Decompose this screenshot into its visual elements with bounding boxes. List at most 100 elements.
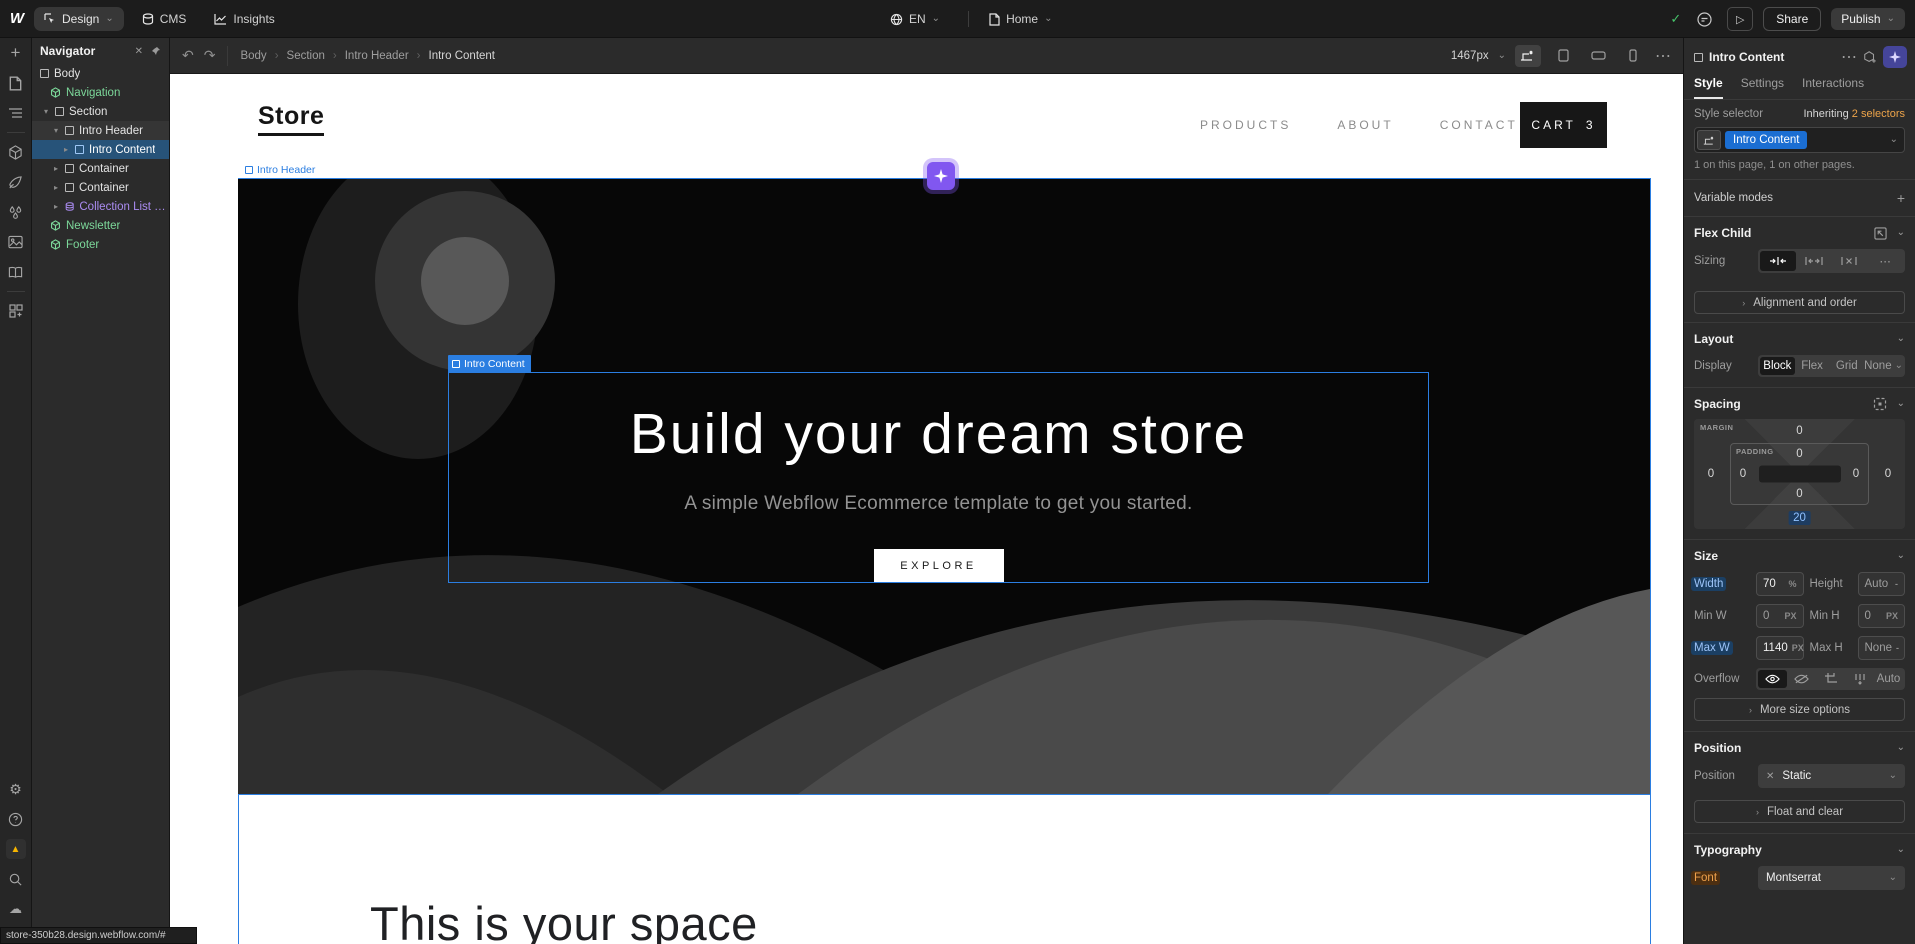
breadcrumb-item[interactable]: Intro Content	[429, 50, 495, 62]
navigator-item-container[interactable]: ▸ Container	[32, 159, 169, 178]
chevron-down-icon[interactable]: ⌄	[1890, 135, 1902, 145]
add-elements-button[interactable]: +	[0, 38, 32, 68]
more-breakpoints-button[interactable]: ⋯	[1655, 46, 1671, 66]
search-button[interactable]	[0, 864, 32, 894]
section-heading[interactable]: This is your space	[370, 896, 758, 944]
inherited-selectors-link[interactable]: 2 selectors	[1852, 108, 1905, 120]
hero-title[interactable]: Build your dream store	[630, 401, 1247, 467]
create-component-button[interactable]	[1863, 50, 1877, 64]
overflow-hidden-option[interactable]	[1787, 670, 1816, 688]
collapse-layout-button[interactable]: ⌄	[1897, 334, 1905, 344]
margin-left-value[interactable]: 0	[1708, 468, 1714, 480]
alignment-and-order-button[interactable]: › Alignment and order	[1694, 291, 1905, 314]
sizing-shrink-option[interactable]	[1760, 251, 1796, 271]
sizing-none-option[interactable]	[1832, 251, 1868, 271]
nav-link-products[interactable]: PRODUCTS	[1200, 118, 1291, 132]
settings-button[interactable]: ⚙	[0, 774, 32, 804]
spacing-control[interactable]: MARGIN 0 0 0 20 PADDING 0 0 0 0	[1694, 419, 1905, 529]
page-switcher[interactable]: Home ⌄	[979, 7, 1062, 31]
navigator-item-footer[interactable]: Footer	[32, 235, 169, 254]
publish-button[interactable]: Publish ⌄	[1831, 8, 1905, 30]
overflow-auto-option[interactable]: Auto	[1874, 670, 1903, 688]
webflow-logo-icon[interactable]: W	[0, 10, 34, 27]
nav-link-about[interactable]: ABOUT	[1337, 118, 1393, 132]
font-dropdown[interactable]: Montserrat ⌄	[1758, 866, 1905, 890]
navigator-item-newsletter[interactable]: Newsletter	[32, 216, 169, 235]
breakpoint-phone-portrait-button[interactable]	[1620, 45, 1646, 67]
insights-button[interactable]: Insights	[204, 7, 284, 31]
sync-status-button[interactable]: ☁	[0, 894, 32, 924]
libraries-button[interactable]	[0, 257, 32, 287]
breadcrumb-item[interactable]: Section	[287, 50, 325, 62]
tab-settings[interactable]: Settings	[1741, 76, 1784, 99]
position-dropdown[interactable]: ✕ Static ⌄	[1758, 764, 1905, 788]
close-navigator-button[interactable]: ✕	[135, 46, 143, 57]
margin-right-value[interactable]: 0	[1885, 468, 1891, 480]
breadcrumb-item[interactable]: Intro Header	[345, 50, 409, 62]
max-width-input[interactable]: 1140PX	[1756, 636, 1804, 660]
spacing-options-button[interactable]	[1873, 397, 1887, 411]
navigator-item-section[interactable]: ▾ Section	[32, 102, 169, 121]
add-variable-mode-button[interactable]: +	[1897, 190, 1905, 206]
navigator-item-intro-content[interactable]: ▸ Intro Content	[32, 140, 169, 159]
sizing-more-option[interactable]: ⋯	[1867, 251, 1903, 271]
class-chip[interactable]: Intro Content	[1725, 131, 1807, 149]
canvas-width-value[interactable]: 1467px	[1451, 50, 1489, 62]
tab-style[interactable]: Style	[1694, 76, 1723, 99]
caret-right-icon[interactable]: ▸	[52, 164, 60, 173]
caret-right-icon[interactable]: ▸	[52, 202, 60, 211]
share-button[interactable]: Share	[1763, 7, 1821, 31]
caret-right-icon[interactable]: ▸	[62, 145, 70, 154]
overflow-visible-option[interactable]	[1758, 670, 1787, 688]
max-height-input[interactable]: None-	[1858, 636, 1906, 660]
styles-button[interactable]	[0, 167, 32, 197]
caret-down-icon[interactable]: ▾	[52, 126, 60, 135]
caret-right-icon[interactable]: ▸	[52, 183, 60, 192]
overflow-clip-option[interactable]	[1816, 670, 1845, 688]
breakpoint-indicator-button[interactable]	[1697, 130, 1721, 150]
caret-down-icon[interactable]: ▾	[42, 107, 50, 116]
redo-button[interactable]: ↷	[204, 47, 216, 64]
apps-button[interactable]	[0, 296, 32, 326]
tab-interactions[interactable]: Interactions	[1802, 76, 1864, 99]
breadcrumb-item[interactable]: Body	[240, 50, 266, 62]
display-grid-option[interactable]: Grid	[1829, 357, 1864, 375]
intro-header-element-label[interactable]: Intro Header	[241, 161, 321, 178]
display-block-option[interactable]: Block	[1760, 357, 1795, 375]
more-size-options-button[interactable]: › More size options	[1694, 698, 1905, 721]
collapse-spacing-button[interactable]: ⌄	[1897, 399, 1905, 409]
site-logo[interactable]: Store	[258, 102, 324, 136]
pages-button[interactable]	[0, 68, 32, 98]
padding-bottom-value[interactable]: 0	[1796, 488, 1802, 500]
breakpoint-desktop-button[interactable]	[1515, 45, 1541, 67]
undo-button[interactable]: ↶	[182, 47, 194, 64]
collapse-size-button[interactable]: ⌄	[1897, 551, 1905, 561]
breakpoint-phone-landscape-button[interactable]	[1585, 45, 1611, 67]
preview-button[interactable]: ▷	[1727, 7, 1753, 31]
comments-button[interactable]	[1691, 7, 1717, 31]
upgrade-button[interactable]: ▲	[0, 834, 32, 864]
element-options-button[interactable]: ⋯	[1841, 47, 1857, 67]
float-and-clear-button[interactable]: › Float and clear	[1694, 800, 1905, 823]
flex-child-reset-button[interactable]	[1874, 227, 1887, 240]
margin-top-value[interactable]: 0	[1796, 425, 1802, 437]
variables-button[interactable]	[0, 197, 32, 227]
navigator-item-navigation[interactable]: Navigation	[32, 83, 169, 102]
intro-content-selection-box[interactable]: Build your dream store A simple Webflow …	[448, 372, 1429, 583]
collapse-position-button[interactable]: ⌄	[1897, 743, 1905, 753]
collapse-flex-child-button[interactable]: ⌄	[1897, 228, 1905, 238]
sizing-grow-option[interactable]	[1796, 251, 1832, 271]
design-canvas[interactable]: Store PRODUCTS ABOUT CONTACT CART 3 Intr…	[170, 74, 1683, 944]
padding-control[interactable]: PADDING 0 0 0 0	[1730, 443, 1869, 505]
assets-button[interactable]	[0, 227, 32, 257]
min-height-input[interactable]: 0PX	[1858, 604, 1906, 628]
hero-subtitle[interactable]: A simple Webflow Ecommerce template to g…	[684, 493, 1192, 515]
navigator-item-collection-list[interactable]: ▸ Collection List Wra...	[32, 197, 169, 216]
ai-assistant-button[interactable]	[1883, 46, 1907, 68]
navigator-item-body[interactable]: Body	[32, 64, 169, 83]
help-button[interactable]	[0, 804, 32, 834]
cms-button[interactable]: CMS	[132, 7, 197, 31]
overflow-scroll-option[interactable]	[1845, 670, 1874, 688]
design-mode-button[interactable]: Design ⌄	[34, 7, 124, 31]
display-none-option[interactable]: None⌄	[1864, 357, 1903, 375]
